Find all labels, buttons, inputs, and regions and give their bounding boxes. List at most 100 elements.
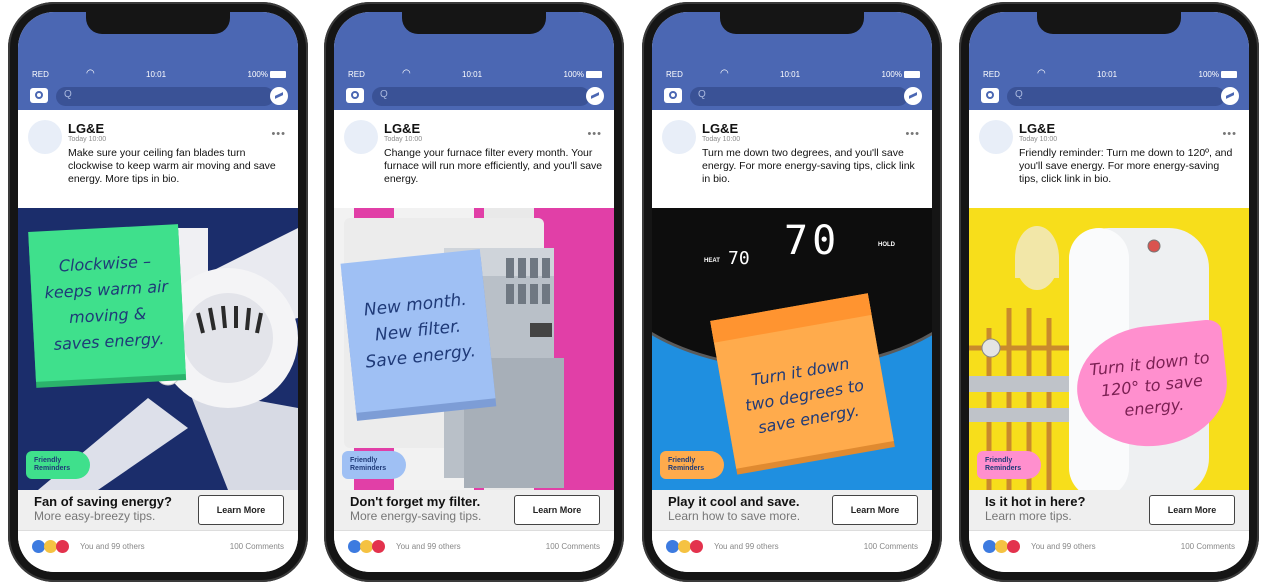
comments-count[interactable]: 100 Comments xyxy=(864,542,918,551)
messenger-icon[interactable] xyxy=(586,87,604,105)
battery-indicator: 100% xyxy=(882,70,920,79)
status-bar: RED ◠ 10:01 100% xyxy=(334,68,614,84)
phone-notch xyxy=(86,12,230,34)
friendly-reminders-badge: Friendly Reminders xyxy=(977,451,1041,479)
status-bar: RED ◠ 10:01 100% xyxy=(652,68,932,84)
post-date: Today 10:00 xyxy=(68,136,107,143)
love-reaction-icon[interactable] xyxy=(690,540,703,553)
search-input[interactable]: Q xyxy=(690,87,908,106)
clock: 10:01 xyxy=(462,70,483,79)
likes-count[interactable]: You and 99 others xyxy=(714,542,779,551)
wifi-icon: ◠ xyxy=(86,68,95,79)
cta-headline: Play it cool and save. xyxy=(668,494,800,509)
battery-indicator: 100% xyxy=(248,70,286,79)
post-header: LG&E Today 10:00 ••• Turn me down two de… xyxy=(652,110,932,208)
phone-notch xyxy=(1037,12,1181,34)
messenger-icon[interactable] xyxy=(1221,87,1239,105)
love-reaction-icon[interactable] xyxy=(372,540,385,553)
status-bar: RED ◠ 10:01 100% xyxy=(969,68,1249,84)
love-reaction-icon[interactable] xyxy=(1007,540,1020,553)
cta-subtext: More easy-breezy tips. xyxy=(34,509,156,523)
more-options-icon[interactable]: ••• xyxy=(587,128,602,140)
ad-image-thermostat[interactable]: 70 HEAT 70 HOLD Turn it down two degrees… xyxy=(652,208,932,490)
call-to-action-bar: Fan of saving energy? More easy-breezy t… xyxy=(18,490,298,531)
phone-screen: RED ◠ 10:01 100% Q LG&E Today 10:00 ••• … xyxy=(18,12,298,572)
sticky-note: Clockwise – keeps warm air moving & save… xyxy=(28,224,186,382)
carrier-label: RED xyxy=(983,70,1000,79)
battery-icon xyxy=(904,71,920,78)
post-header: LG&E Today 10:00 ••• Change your furnace… xyxy=(334,110,614,208)
ad-image-water-heater[interactable]: Turn it down to 120° to save energy. Fri… xyxy=(969,208,1249,490)
messenger-icon[interactable] xyxy=(904,87,922,105)
post-text: Turn me down two degrees, and you'll sav… xyxy=(702,147,915,185)
phone-mockup-1: RED ◠ 10:01 100% Q LG&E Today 10:00 ••• … xyxy=(8,2,308,582)
learn-more-button[interactable]: Learn More xyxy=(514,495,600,525)
camera-icon[interactable] xyxy=(346,88,364,103)
battery-label: 100% xyxy=(247,70,268,79)
clock: 10:01 xyxy=(1097,70,1118,79)
post-text: Make sure your ceiling fan blades turn c… xyxy=(68,147,276,185)
battery-icon xyxy=(586,71,602,78)
post-author[interactable]: LG&E xyxy=(68,121,104,136)
learn-more-button[interactable]: Learn More xyxy=(832,495,918,525)
camera-icon[interactable] xyxy=(981,88,999,103)
ad-image-ceiling-fan[interactable]: Clockwise – keeps warm air moving & save… xyxy=(18,208,298,490)
battery-label: 100% xyxy=(1198,70,1219,79)
post-author[interactable]: LG&E xyxy=(384,121,420,136)
battery-label: 100% xyxy=(881,70,902,79)
avatar[interactable] xyxy=(662,120,696,154)
battery-icon xyxy=(1221,71,1237,78)
post-text: Change your furnace filter every month. … xyxy=(384,147,603,185)
camera-icon[interactable] xyxy=(30,88,48,103)
thermostat-hold-label: HOLD xyxy=(878,242,895,248)
reactions-bar: You and 99 others 100 Comments xyxy=(18,532,298,572)
cta-headline: Don't forget my filter. xyxy=(350,494,481,509)
avatar[interactable] xyxy=(28,120,62,154)
comments-count[interactable]: 100 Comments xyxy=(1181,542,1235,551)
search-input[interactable]: Q xyxy=(56,87,274,106)
camera-icon[interactable] xyxy=(664,88,682,103)
more-options-icon[interactable]: ••• xyxy=(1222,128,1237,140)
carrier-label: RED xyxy=(666,70,683,79)
avatar[interactable] xyxy=(344,120,378,154)
likes-count[interactable]: You and 99 others xyxy=(80,542,145,551)
wifi-icon: ◠ xyxy=(1037,68,1046,79)
phone-notch xyxy=(402,12,546,34)
love-reaction-icon[interactable] xyxy=(56,540,69,553)
friendly-reminders-badge: Friendly Reminders xyxy=(26,451,90,479)
post-date: Today 10:00 xyxy=(1019,136,1058,143)
more-options-icon[interactable]: ••• xyxy=(905,128,920,140)
learn-more-button[interactable]: Learn More xyxy=(198,495,284,525)
post-header: LG&E Today 10:00 ••• Friendly reminder: … xyxy=(969,110,1249,208)
friendly-reminders-badge: Friendly Reminders xyxy=(660,451,724,479)
thermostat-temperature: 70 xyxy=(784,218,841,264)
cta-headline: Is it hot in here? xyxy=(985,494,1086,509)
clock: 10:01 xyxy=(780,70,801,79)
sticky-note: Turn it down two degrees to save energy. xyxy=(710,293,894,469)
messenger-icon[interactable] xyxy=(270,87,288,105)
call-to-action-bar: Don't forget my filter. More energy-savi… xyxy=(334,490,614,531)
phone-screen: RED ◠ 10:01 100% Q LG&E Today 10:00 ••• … xyxy=(969,12,1249,572)
likes-count[interactable]: You and 99 others xyxy=(1031,542,1096,551)
reactions-bar: You and 99 others 100 Comments xyxy=(334,532,614,572)
carrier-label: RED xyxy=(348,70,365,79)
avatar[interactable] xyxy=(979,120,1013,154)
comments-count[interactable]: 100 Comments xyxy=(230,542,284,551)
phone-screen: RED ◠ 10:01 100% Q LG&E Today 10:00 ••• … xyxy=(334,12,614,572)
search-input[interactable]: Q xyxy=(372,87,590,106)
learn-more-button[interactable]: Learn More xyxy=(1149,495,1235,525)
comments-count[interactable]: 100 Comments xyxy=(546,542,600,551)
likes-count[interactable]: You and 99 others xyxy=(396,542,461,551)
post-author[interactable]: LG&E xyxy=(702,121,738,136)
reactions-bar: You and 99 others 100 Comments xyxy=(969,532,1249,572)
post-header: LG&E Today 10:00 ••• Make sure your ceil… xyxy=(18,110,298,208)
wifi-icon: ◠ xyxy=(402,68,411,79)
search-input[interactable]: Q xyxy=(1007,87,1225,106)
post-text: Friendly reminder: Turn me down to 120º,… xyxy=(1019,147,1233,185)
more-options-icon[interactable]: ••• xyxy=(271,128,286,140)
battery-indicator: 100% xyxy=(1199,70,1237,79)
search-icon: Q xyxy=(64,89,72,100)
post-author[interactable]: LG&E xyxy=(1019,121,1055,136)
ad-image-furnace[interactable]: New month. New filter. Save energy. Frie… xyxy=(334,208,614,490)
call-to-action-bar: Is it hot in here? Learn more tips. Lear… xyxy=(969,490,1249,531)
